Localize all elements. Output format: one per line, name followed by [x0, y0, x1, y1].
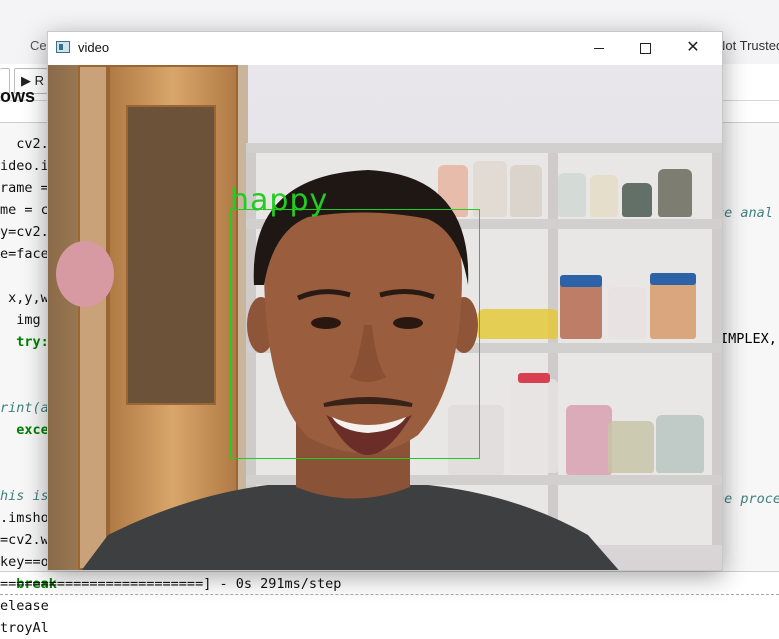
window-title: video: [78, 40, 110, 55]
browser-top-bar: [0, 0, 779, 30]
face-bounding-box: [230, 209, 480, 459]
jar-lid: [650, 273, 696, 285]
minimize-button[interactable]: [576, 32, 622, 64]
trust-status[interactable]: Not Trusted: [716, 38, 779, 53]
jar: [656, 415, 704, 473]
code-comment-fragment: ce anal: [716, 205, 773, 221]
maximize-button[interactable]: [622, 32, 668, 64]
app-icon: [56, 41, 70, 53]
close-icon: ✕: [686, 39, 700, 56]
emotion-label: happy: [230, 183, 329, 218]
run-button-label: R: [34, 73, 44, 88]
code-line: troyAl: [0, 620, 49, 636]
window-titlebar[interactable]: video ✕: [48, 32, 722, 64]
jar: [658, 169, 692, 217]
code-comment-fragment: he proce: [716, 491, 779, 507]
camera-frame: happy: [48, 65, 722, 570]
video-window[interactable]: video ✕ happy: [47, 31, 723, 571]
jar: [650, 277, 696, 339]
code-fragment: IMPLEX,: [720, 331, 777, 347]
close-button[interactable]: ✕: [670, 32, 716, 64]
notebook-menu-partial[interactable]: Ce: [30, 38, 47, 53]
cell-output: =========================] - 0s 291ms/st…: [0, 576, 342, 592]
notebook-heading: ows: [0, 86, 36, 106]
output-divider: [0, 594, 779, 600]
